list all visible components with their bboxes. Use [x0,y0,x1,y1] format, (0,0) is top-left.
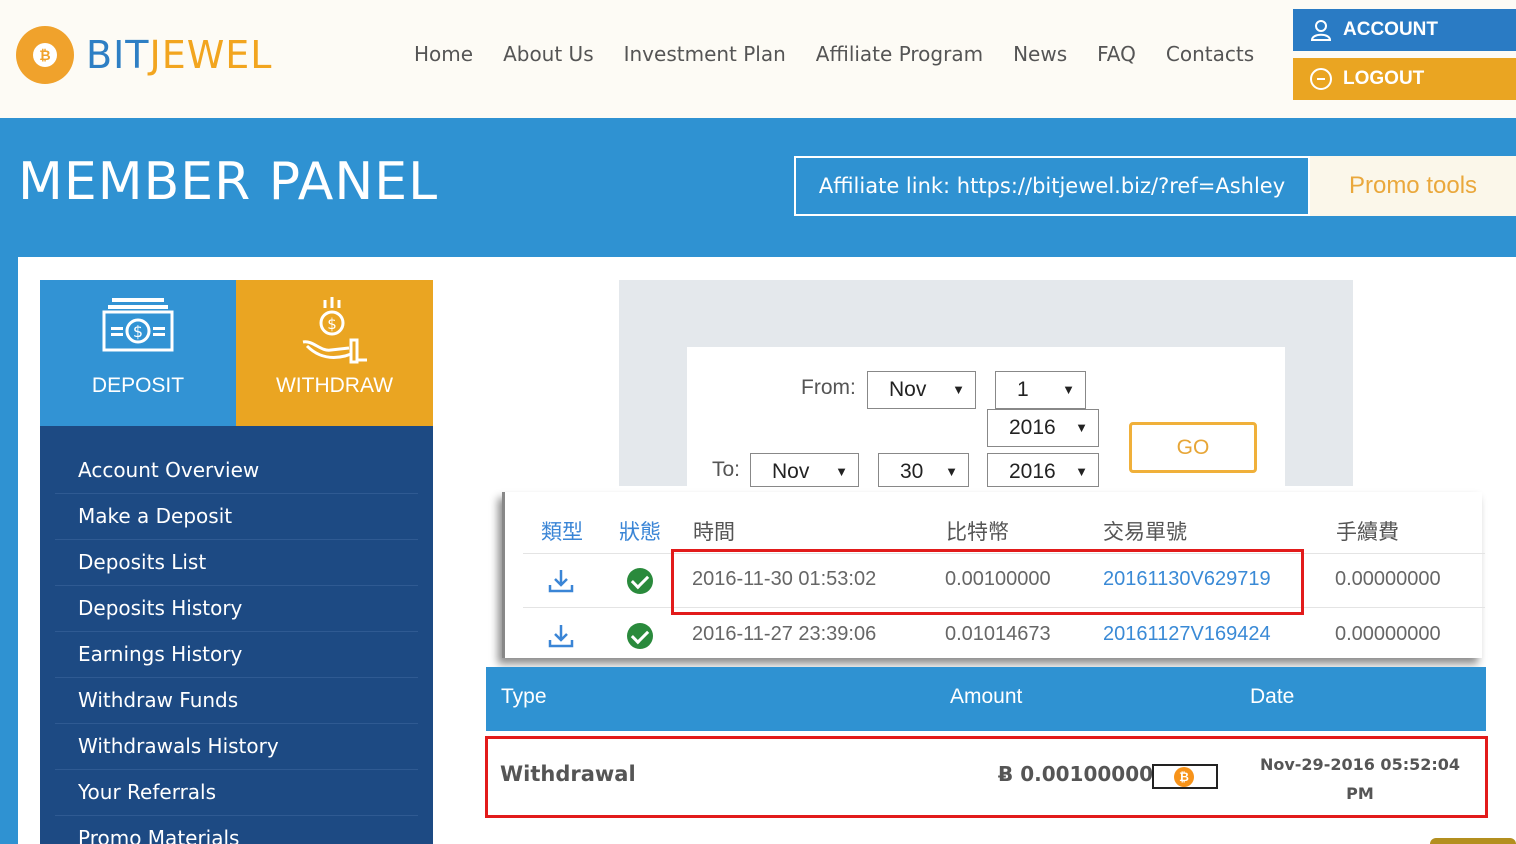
from-year-value: 2016 [1009,416,1056,439]
row2-fee: 0.00000000 [1335,623,1441,645]
dropdown-arrow-icon: ▼ [1075,464,1088,479]
row2-time: 2016-11-27 23:39:06 [692,623,877,645]
download-icon [548,570,574,593]
from-label: From: [801,376,856,399]
to-day-select[interactable]: 30 ▼ [878,453,969,487]
dropdown-arrow-icon: ▼ [1075,420,1088,435]
nav-home[interactable]: Home [414,42,473,66]
history-row-type: Withdrawal [500,762,636,786]
site-header: ₿ BITJEWEL Home About Us Investment Plan… [0,0,1516,118]
sidebar-item-withdraw-funds[interactable]: Withdraw Funds [55,678,418,724]
nav-news[interactable]: News [1013,42,1067,66]
brand-name: BITJEWEL [86,33,272,77]
dropdown-arrow-icon: ▼ [835,464,848,479]
account-button[interactable]: ACCOUNT [1293,9,1516,51]
to-month-select[interactable]: Nov ▼ [750,453,859,487]
from-year-select[interactable]: 2016 ▼ [987,409,1099,447]
row1-fee: 0.00000000 [1335,568,1441,590]
sidebar-item-your-referrals[interactable]: Your Referrals [55,770,418,816]
to-year-value: 2016 [1009,460,1056,483]
history-col-date: Date [1250,685,1295,708]
sidebar-item-deposits-list[interactable]: Deposits List [55,540,418,586]
row2-txid-link[interactable]: 20161127V169424 [1103,623,1271,646]
history-row-date-line1: Nov-29-2016 05:52:04 [1259,755,1461,774]
history-col-amount: Amount [950,685,1023,708]
brand-name-part1: BIT [86,33,150,77]
to-year-select[interactable]: 2016 ▼ [987,453,1099,487]
user-icon [1309,18,1333,42]
to-day-value: 30 [900,460,924,483]
to-month-value: Nov [772,460,810,483]
svg-text:$: $ [327,315,337,333]
nav-affiliate-program[interactable]: Affiliate Program [816,42,983,66]
dropdown-arrow-icon: ▼ [1062,382,1075,397]
site-logo[interactable]: ₿ BITJEWEL [16,26,272,84]
deposit-tile-label: DEPOSIT [91,374,185,397]
col-header-fee: 手續費 [1336,520,1399,544]
col-header-type[interactable]: 類型 [541,516,583,546]
success-check-icon [627,568,653,594]
logo-coin-glyph: ₿ [33,43,57,67]
svg-text:$: $ [133,322,143,341]
nav-faq[interactable]: FAQ [1097,42,1136,66]
history-row-amount: Ƀ 0.00100000 [998,762,1154,786]
highlight-box-wallet-row [671,549,1304,615]
sidebar-item-make-deposit[interactable]: Make a Deposit [55,494,418,540]
col-header-status[interactable]: 狀態 [619,516,661,546]
cash-icon: $ [102,296,174,359]
bitcoin-icon: ₿ [1174,767,1194,787]
go-button[interactable]: GO [1129,422,1257,473]
from-day-select[interactable]: 1 ▼ [995,371,1086,409]
logout-icon [1309,67,1333,91]
sidebar-item-deposits-history[interactable]: Deposits History [55,586,418,632]
coin-hand-icon: $ [299,296,371,371]
withdraw-tile[interactable]: $ WITHDRAW [236,280,433,426]
history-row-date-line2: PM [1346,784,1374,803]
bitcoin-logo-icon: ₿ [16,26,74,84]
dropdown-arrow-icon: ▼ [945,464,958,479]
promo-tools-button[interactable]: Promo tools [1310,156,1516,216]
success-check-icon [627,623,653,649]
dropdown-arrow-icon: ▼ [952,382,965,397]
page-title: MEMBER PANEL [18,152,439,212]
sidebar-item-promo-materials[interactable]: Promo Materials [55,816,418,844]
sidebar-item-withdrawals-history[interactable]: Withdrawals History [55,724,418,770]
history-table-header: Type Amount Date [486,667,1486,731]
logout-button-label: LOGOUT [1343,68,1425,89]
to-label: To: [712,458,741,481]
from-month-select[interactable]: Nov ▼ [867,371,976,409]
sidebar-menu: Account Overview Make a Deposit Deposits… [40,426,433,844]
col-header-btc: 比特幣 [946,520,1009,544]
row2-btc: 0.01014673 [945,623,1051,645]
from-month-value: Nov [889,378,927,401]
brand-name-part2: JEWEL [149,33,273,77]
col-header-txid: 交易單號 [1103,520,1187,544]
sidebar-item-account-overview[interactable]: Account Overview [55,448,418,494]
nav-contacts[interactable]: Contacts [1166,42,1254,66]
account-button-label: ACCOUNT [1343,19,1438,40]
history-row-date: Nov-29-2016 05:52:04 PM [1252,750,1468,808]
logout-button[interactable]: LOGOUT [1293,58,1516,100]
nav-investment-plan[interactable]: Investment Plan [624,42,786,66]
nav-about-us[interactable]: About Us [503,42,594,66]
history-col-type: Type [501,685,547,708]
col-header-time: 時間 [693,520,735,544]
bitcoin-badge: ₿ [1152,764,1218,789]
sidebar-item-earnings-history[interactable]: Earnings History [55,632,418,678]
main-nav: Home About Us Investment Plan Affiliate … [399,42,1269,66]
withdraw-tile-label: WITHDRAW [275,374,394,397]
affiliate-link-box[interactable]: Affiliate link: https://bitjewel.biz/?re… [794,156,1310,216]
deposit-tile[interactable]: $ DEPOSIT [40,280,236,426]
scroll-top-tab[interactable] [1430,838,1516,844]
from-day-value: 1 [1017,378,1029,401]
download-icon [548,625,574,648]
